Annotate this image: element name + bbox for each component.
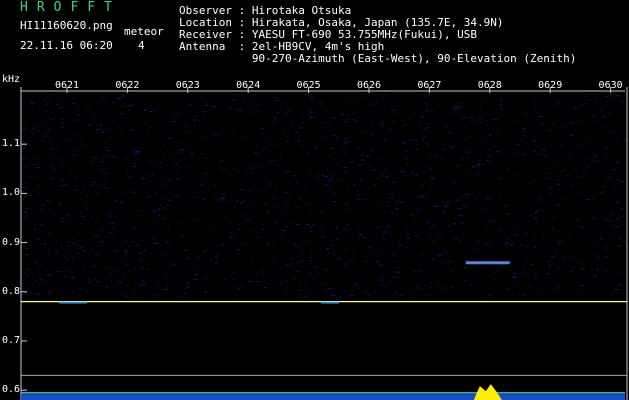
spectrogram-window: { "header": { "brand": "HROFFT", "filena… <box>0 0 629 400</box>
meteor-burst-hotspot <box>473 384 502 400</box>
carrier-blip <box>59 301 87 304</box>
noise-texture <box>21 95 627 298</box>
spectrogram-plot <box>20 87 628 400</box>
carrier-blip <box>321 301 339 304</box>
bottom-noise-band <box>21 394 625 400</box>
meteor-echo-mark <box>465 261 510 265</box>
bottom-cyan-line <box>21 392 625 394</box>
